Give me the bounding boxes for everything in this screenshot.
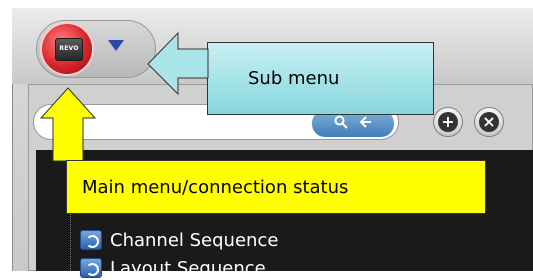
main-menu-callout-text: Main menu/connection status [82,176,349,198]
main-menu-pointer-arrow [39,87,97,162]
main-menu-callout: Main menu/connection status [66,160,486,214]
callout-arrows [39,31,209,162]
sub-menu-pointer-arrow [147,31,209,96]
